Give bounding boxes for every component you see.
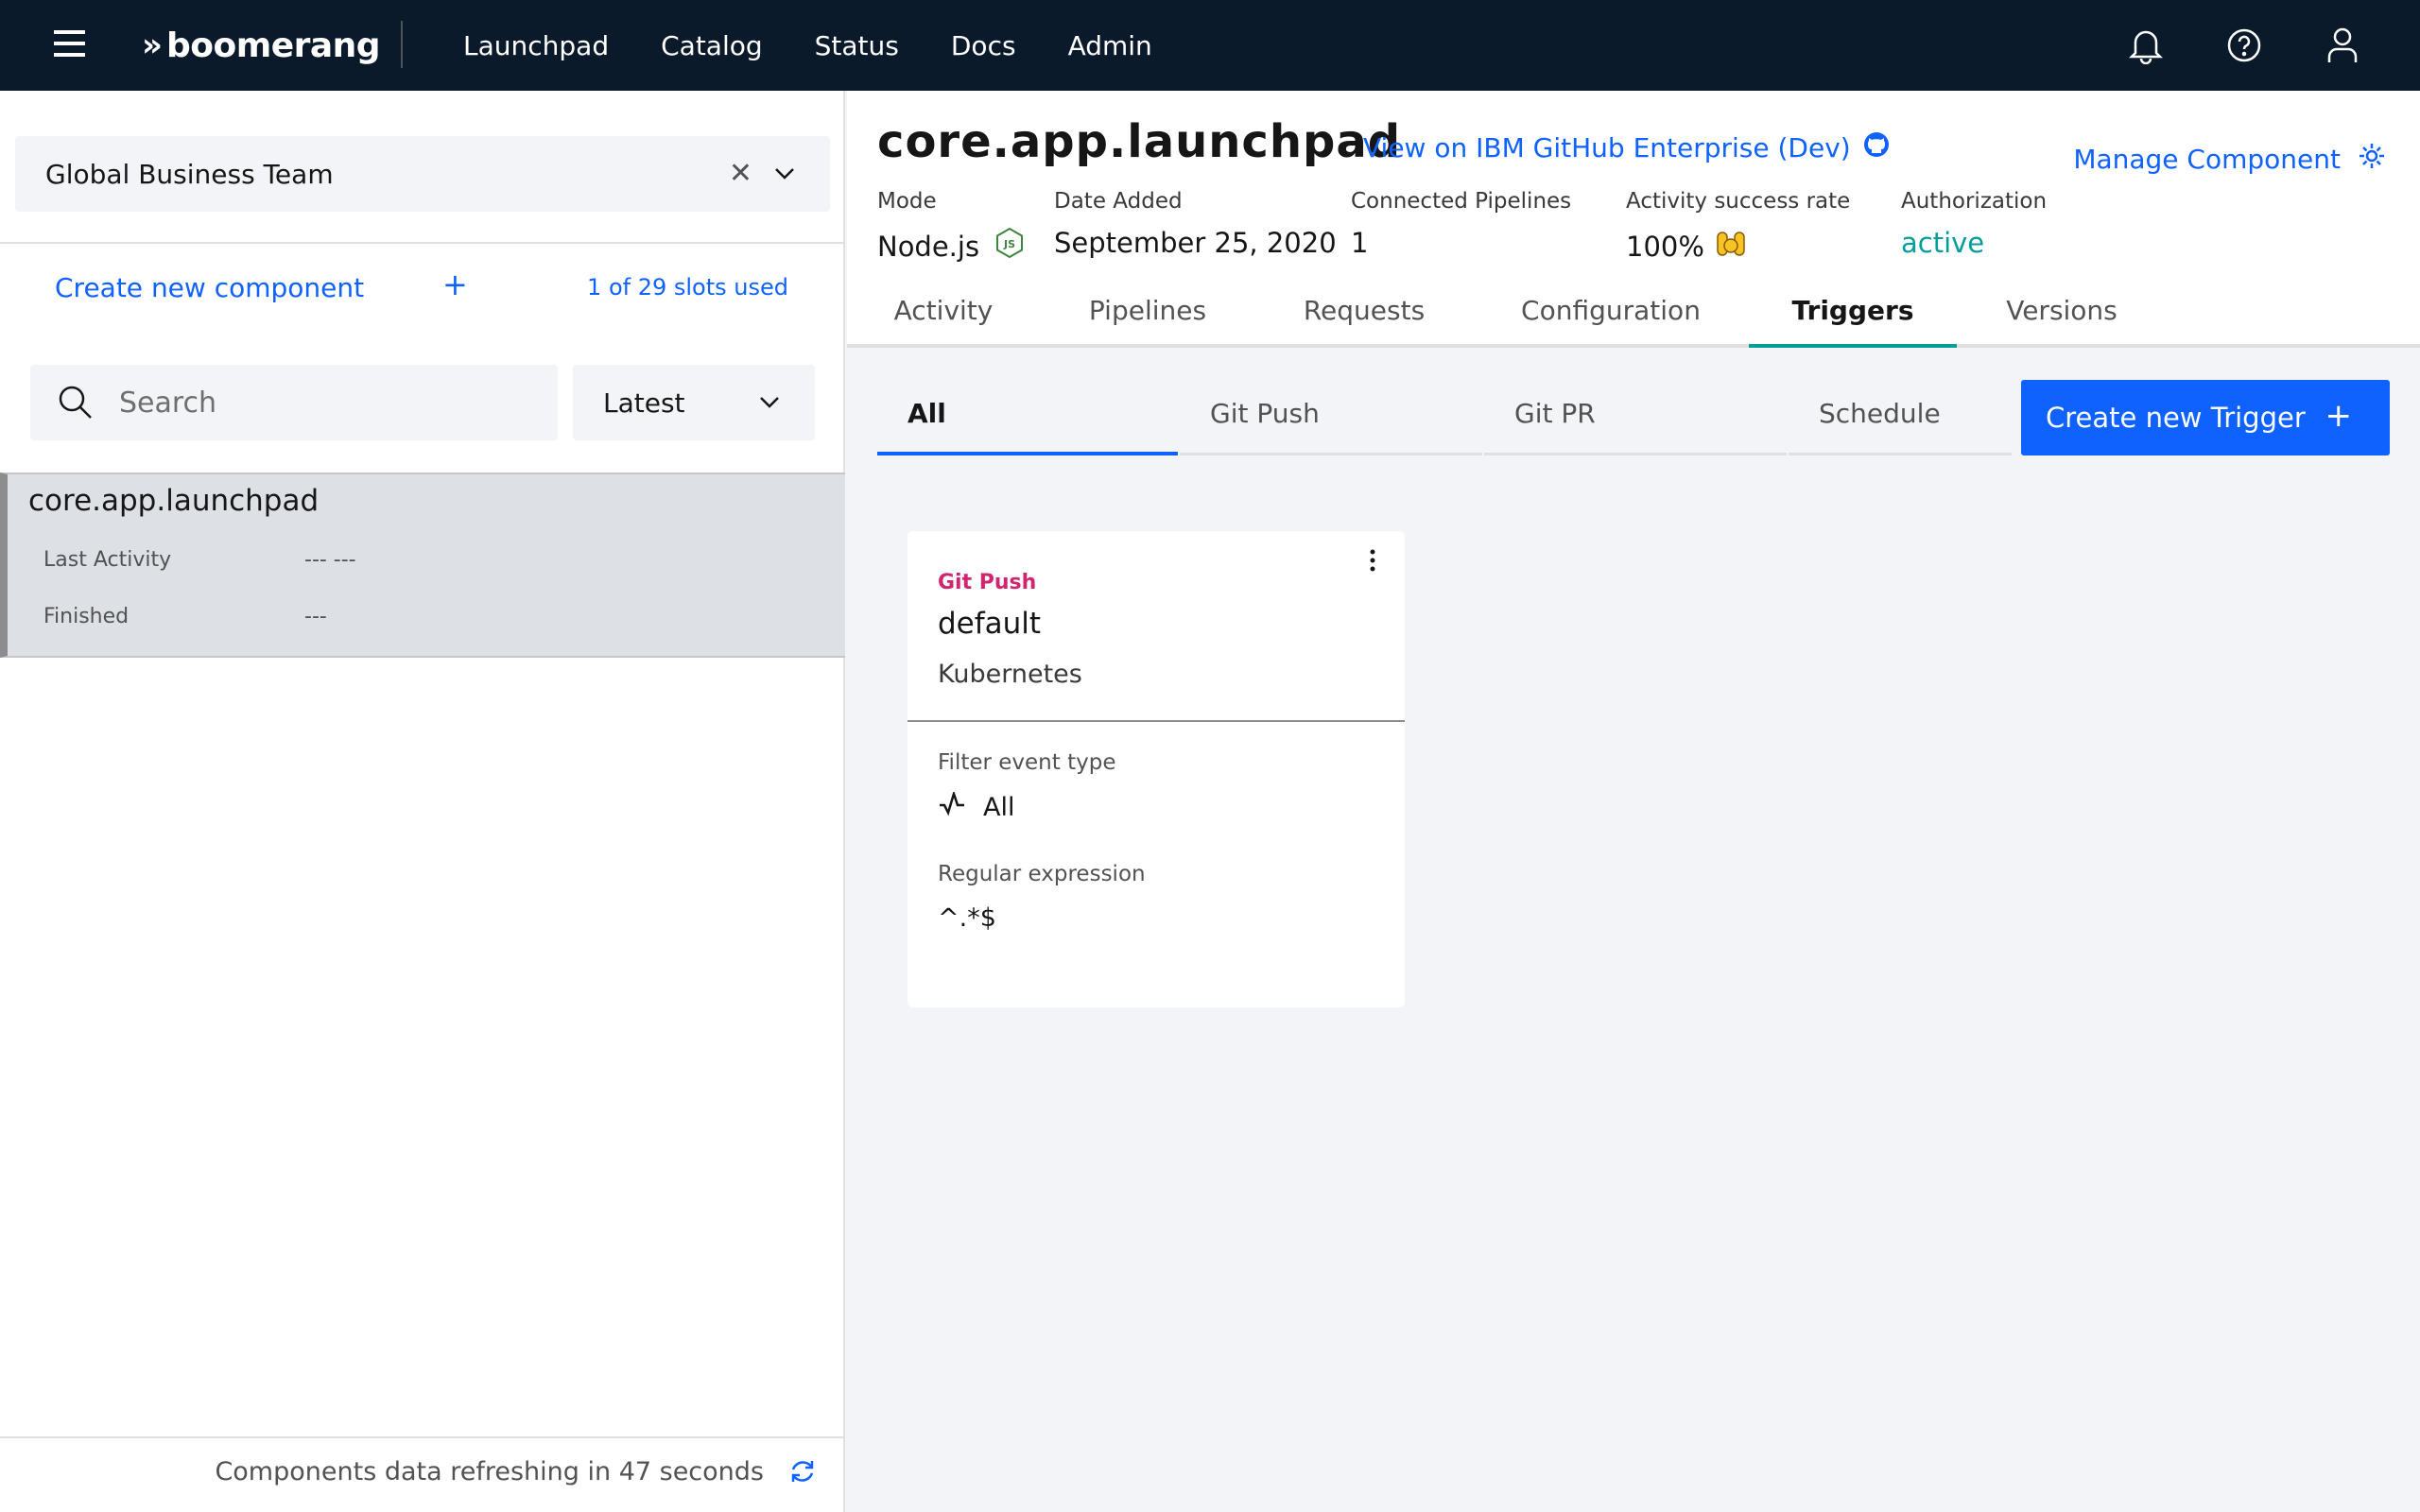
- chevron-down-icon[interactable]: [773, 161, 796, 191]
- top-nav-bar: » boomerang Launchpad Catalog Status Doc…: [0, 0, 2420, 91]
- date-added-value: September 25, 2020: [1054, 227, 1337, 259]
- component-list-item[interactable]: core.app.launchpad Last Activity --- ---…: [0, 472, 845, 658]
- card-divider: [908, 720, 1405, 722]
- tab-versions[interactable]: Versions: [1957, 276, 2167, 344]
- search-box: [30, 365, 558, 440]
- user-icon[interactable]: [2293, 0, 2392, 91]
- sort-select[interactable]: Latest: [573, 365, 815, 440]
- bell-icon[interactable]: [2097, 0, 2195, 91]
- filter-event-label: Filter event type: [938, 750, 1116, 775]
- nav-icons: [2097, 0, 2392, 91]
- page-title: core.app.launchpad: [877, 115, 1402, 168]
- nav-link-docs[interactable]: Docs: [951, 30, 1016, 61]
- activity-icon: [938, 789, 966, 823]
- trigger-provider: Kubernetes: [938, 660, 1082, 689]
- create-trigger-label: Create new Trigger: [2046, 402, 2306, 434]
- subtab-git-pr[interactable]: Git PR: [1484, 374, 1787, 455]
- last-activity-value: --- ---: [304, 548, 356, 572]
- trigger-type: Git Push: [938, 571, 1037, 594]
- team-select-value: Global Business Team: [45, 158, 334, 190]
- success-rate-value: 100%: [1626, 227, 1748, 266]
- nav-link-status[interactable]: Status: [815, 30, 899, 61]
- search-input[interactable]: [119, 365, 535, 440]
- tab-requests[interactable]: Requests: [1255, 276, 1473, 344]
- mode-label: Mode: [877, 189, 937, 214]
- brand-name: boomerang: [165, 26, 381, 65]
- main-content: core.app.launchpad View on IBM GitHub En…: [847, 91, 2420, 1512]
- component-item-name: core.app.launchpad: [28, 484, 320, 518]
- create-component-link[interactable]: Create new component: [55, 272, 364, 303]
- nav-divider: [401, 21, 403, 68]
- filter-event-text: All: [983, 793, 1015, 822]
- subtab-git-push[interactable]: Git Push: [1180, 374, 1482, 455]
- nav-link-catalog[interactable]: Catalog: [661, 30, 763, 61]
- refresh-icon[interactable]: [788, 1457, 817, 1489]
- regex-value: ^.*$: [938, 903, 996, 933]
- tab-triggers[interactable]: Triggers: [1749, 276, 1957, 348]
- component-sidebar: Global Business Team ✕ Create new compon…: [0, 91, 845, 1512]
- gear-icon: [2358, 142, 2386, 177]
- tab-activity[interactable]: Activity: [847, 276, 1040, 344]
- refresh-bar: Components data refreshing in 47 seconds: [0, 1436, 845, 1512]
- nav-links: Launchpad Catalog Status Docs Admin: [463, 0, 1204, 91]
- add-icon: +: [2325, 397, 2353, 435]
- nav-link-launchpad[interactable]: Launchpad: [463, 30, 609, 61]
- create-trigger-button[interactable]: Create new Trigger +: [2021, 380, 2390, 455]
- nav-link-admin[interactable]: Admin: [1068, 30, 1152, 61]
- finished-value: ---: [304, 605, 327, 628]
- manage-component-label: Manage Component: [2073, 144, 2341, 175]
- tab-pipelines[interactable]: Pipelines: [1040, 276, 1255, 344]
- subtab-schedule[interactable]: Schedule: [1789, 374, 2012, 455]
- slots-used: 1 of 29 slots used: [587, 274, 788, 301]
- success-rate-text: 100%: [1626, 230, 1704, 263]
- github-icon: [1862, 130, 1891, 165]
- github-link[interactable]: View on IBM GitHub Enterprise (Dev): [1363, 130, 1891, 165]
- overflow-menu-icon[interactable]: [1369, 548, 1376, 576]
- nodejs-icon: JS: [994, 227, 1025, 266]
- refresh-text: Components data refreshing in 47 seconds: [215, 1457, 764, 1486]
- trigger-name: default: [938, 607, 1042, 641]
- search-icon: [57, 384, 95, 425]
- sort-select-value: Latest: [603, 387, 685, 419]
- date-added-label: Date Added: [1054, 189, 1183, 214]
- filter-event-value: All: [938, 789, 1015, 823]
- clear-icon[interactable]: ✕: [729, 159, 752, 189]
- success-rate-label: Activity success rate: [1626, 189, 1851, 214]
- mode-value: Node.js JS: [877, 227, 1025, 266]
- svg-text:JS: JS: [1003, 238, 1015, 250]
- brand-logo[interactable]: » boomerang: [142, 21, 381, 70]
- chevron-down-icon: [758, 389, 781, 420]
- connected-pipelines-label: Connected Pipelines: [1351, 189, 1572, 214]
- add-icon[interactable]: +: [442, 266, 468, 302]
- subtab-all[interactable]: All: [877, 374, 1178, 455]
- team-select[interactable]: Global Business Team ✕: [15, 136, 830, 212]
- last-activity-label: Last Activity: [43, 548, 172, 572]
- mode-value-text: Node.js: [877, 230, 980, 263]
- finished-label: Finished: [43, 605, 130, 628]
- github-link-label: View on IBM GitHub Enterprise (Dev): [1363, 132, 1851, 163]
- divider: [0, 242, 845, 244]
- component-header: core.app.launchpad View on IBM GitHub En…: [847, 91, 2420, 348]
- authorization-label: Authorization: [1901, 189, 2048, 214]
- authorization-value: active: [1901, 227, 1985, 259]
- help-icon[interactable]: [2195, 0, 2293, 91]
- connected-pipelines-value: 1: [1351, 227, 1369, 259]
- hamburger-menu-icon[interactable]: [54, 30, 85, 57]
- manage-component-link[interactable]: Manage Component: [2073, 142, 2386, 177]
- trigger-card[interactable]: Git Push default Kubernetes Filter event…: [908, 531, 1405, 1007]
- celebrate-emoji-icon: [1714, 227, 1748, 266]
- tab-configuration[interactable]: Configuration: [1473, 276, 1749, 344]
- boomerang-logo-icon: »: [142, 26, 163, 64]
- regex-label: Regular expression: [938, 862, 1146, 886]
- trigger-filter-tabs: All Git Push Git PR Schedule: [877, 374, 2012, 455]
- component-tabs: Activity Pipelines Requests Configuratio…: [847, 276, 2420, 348]
